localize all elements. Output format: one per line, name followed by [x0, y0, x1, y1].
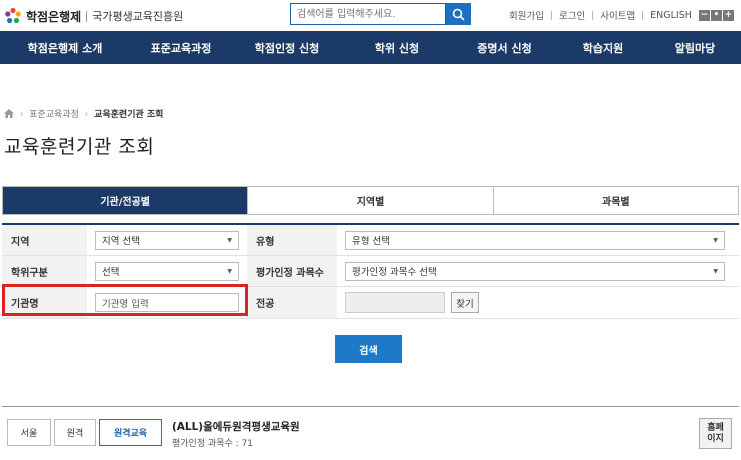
site-search-button[interactable] — [446, 3, 471, 25]
form-row: 학위구분 선택 ▼ 평가인정 과목수 평가인정 과목수 선택 ▼ — [2, 256, 739, 287]
region-tag: 서울 — [7, 419, 51, 446]
chevron-down-icon: ▼ — [713, 267, 718, 275]
homepage-button[interactable]: 홈페 이지 — [699, 418, 732, 449]
top-bar: 학점은행제 국가평생교육진흥원 회원가입 로그인 사이트맵 ENGLISH − … — [0, 0, 741, 31]
logo-org: 국가평생교육진흥원 — [92, 10, 184, 23]
main-nav: 학점은행제 소개 표준교육과정 학점인정 신청 학위 신청 증명서 신청 학습지… — [0, 31, 741, 64]
region-select-value: 지역 선택 — [102, 236, 140, 247]
chevron-down-icon: ▼ — [713, 236, 718, 244]
home-icon[interactable] — [4, 109, 14, 118]
zoom-controls: − • + — [698, 9, 734, 21]
credit-count-select-value: 평가인정 과목수 선택 — [352, 267, 437, 278]
form-row: 지역 지역 선택 ▼ 유형 유형 선택 ▼ — [2, 225, 739, 256]
site-logo[interactable]: 학점은행제 국가평생교육진흥원 — [4, 7, 183, 25]
site-search-input[interactable] — [291, 4, 445, 24]
utility-links: 회원가입 로그인 사이트맵 ENGLISH − • + — [509, 8, 734, 22]
zoom-in-button[interactable]: + — [722, 9, 734, 21]
degree-select[interactable]: 선택 ▼ — [95, 261, 239, 281]
chevron-down-icon: ▼ — [227, 267, 232, 275]
nav-item-curriculum[interactable]: 표준교육과정 — [130, 31, 232, 64]
degree-select-value: 선택 — [102, 267, 120, 278]
breadcrumb: › 표준교육과정 › 교육훈련기관 조회 — [4, 107, 163, 120]
result-list-item: 서울 원격 원격교육 (ALL)올에듀원격평생교육원 평가인정 과목수 : 71… — [2, 406, 739, 460]
institution-highlight-box — [2, 284, 248, 316]
institution-name[interactable]: (ALL)올에듀원격평생교육원 — [172, 419, 300, 434]
major-input — [345, 292, 445, 313]
type-select-value: 유형 선택 — [352, 236, 390, 247]
search-icon — [452, 8, 465, 21]
credit-count-select[interactable]: 평가인정 과목수 선택 ▼ — [345, 261, 725, 281]
search-button[interactable]: 검색 — [335, 335, 402, 363]
logo-flower-icon — [4, 7, 22, 25]
find-major-button[interactable]: 찾기 — [451, 292, 479, 313]
nav-item-degree[interactable]: 학위 신청 — [342, 31, 452, 64]
category-tag: 원격교육 — [99, 419, 162, 446]
login-link[interactable]: 로그인 — [559, 8, 585, 22]
zoom-reset-button[interactable]: • — [710, 9, 722, 21]
breadcrumb-item[interactable]: 표준교육과정 — [29, 107, 79, 120]
tab-subject[interactable]: 과목별 — [492, 187, 738, 214]
region-select[interactable]: 지역 선택 ▼ — [95, 230, 239, 250]
site-search-field[interactable] — [290, 3, 446, 25]
region-label: 지역 — [2, 225, 87, 255]
nav-item-credit[interactable]: 학점인정 신청 — [232, 31, 342, 64]
logo-divider — [86, 10, 88, 22]
english-link[interactable]: ENGLISH — [650, 10, 692, 21]
homepage-button-label: 이지 — [707, 434, 724, 444]
institution-credit-count: 평가인정 과목수 : 71 — [172, 439, 254, 449]
breadcrumb-current: 교육훈련기관 조회 — [94, 110, 164, 120]
nav-item-notice[interactable]: 알림마당 — [649, 31, 741, 64]
signup-link[interactable]: 회원가입 — [509, 8, 544, 22]
type-select[interactable]: 유형 선택 ▼ — [345, 230, 725, 250]
nav-item-support[interactable]: 학습지원 — [557, 31, 649, 64]
breadcrumb-separator-icon: › — [84, 109, 89, 118]
type-tag: 원격 — [54, 419, 96, 446]
tab-institution-major[interactable]: 기관/전공별 — [3, 187, 248, 214]
zoom-out-button[interactable]: − — [698, 9, 710, 21]
tab-region[interactable]: 지역별 — [247, 187, 492, 214]
breadcrumb-separator-icon: › — [20, 109, 24, 118]
degree-label: 학위구분 — [2, 256, 87, 286]
credit-count-label: 평가인정 과목수 — [247, 256, 337, 286]
major-label: 전공 — [247, 287, 337, 318]
sitemap-link[interactable]: 사이트맵 — [600, 8, 635, 22]
search-tabs: 기관/전공별 지역별 과목별 — [2, 186, 739, 215]
nav-item-intro[interactable]: 학점은행제 소개 — [0, 31, 130, 64]
logo-name: 학점은행제 — [26, 9, 82, 24]
homepage-button-label: 홈페 — [707, 423, 724, 433]
type-label: 유형 — [247, 225, 337, 255]
page-title: 교육훈련기관 조회 — [4, 136, 155, 158]
nav-item-certificate[interactable]: 증명서 신청 — [452, 31, 557, 64]
chevron-down-icon: ▼ — [227, 236, 232, 244]
